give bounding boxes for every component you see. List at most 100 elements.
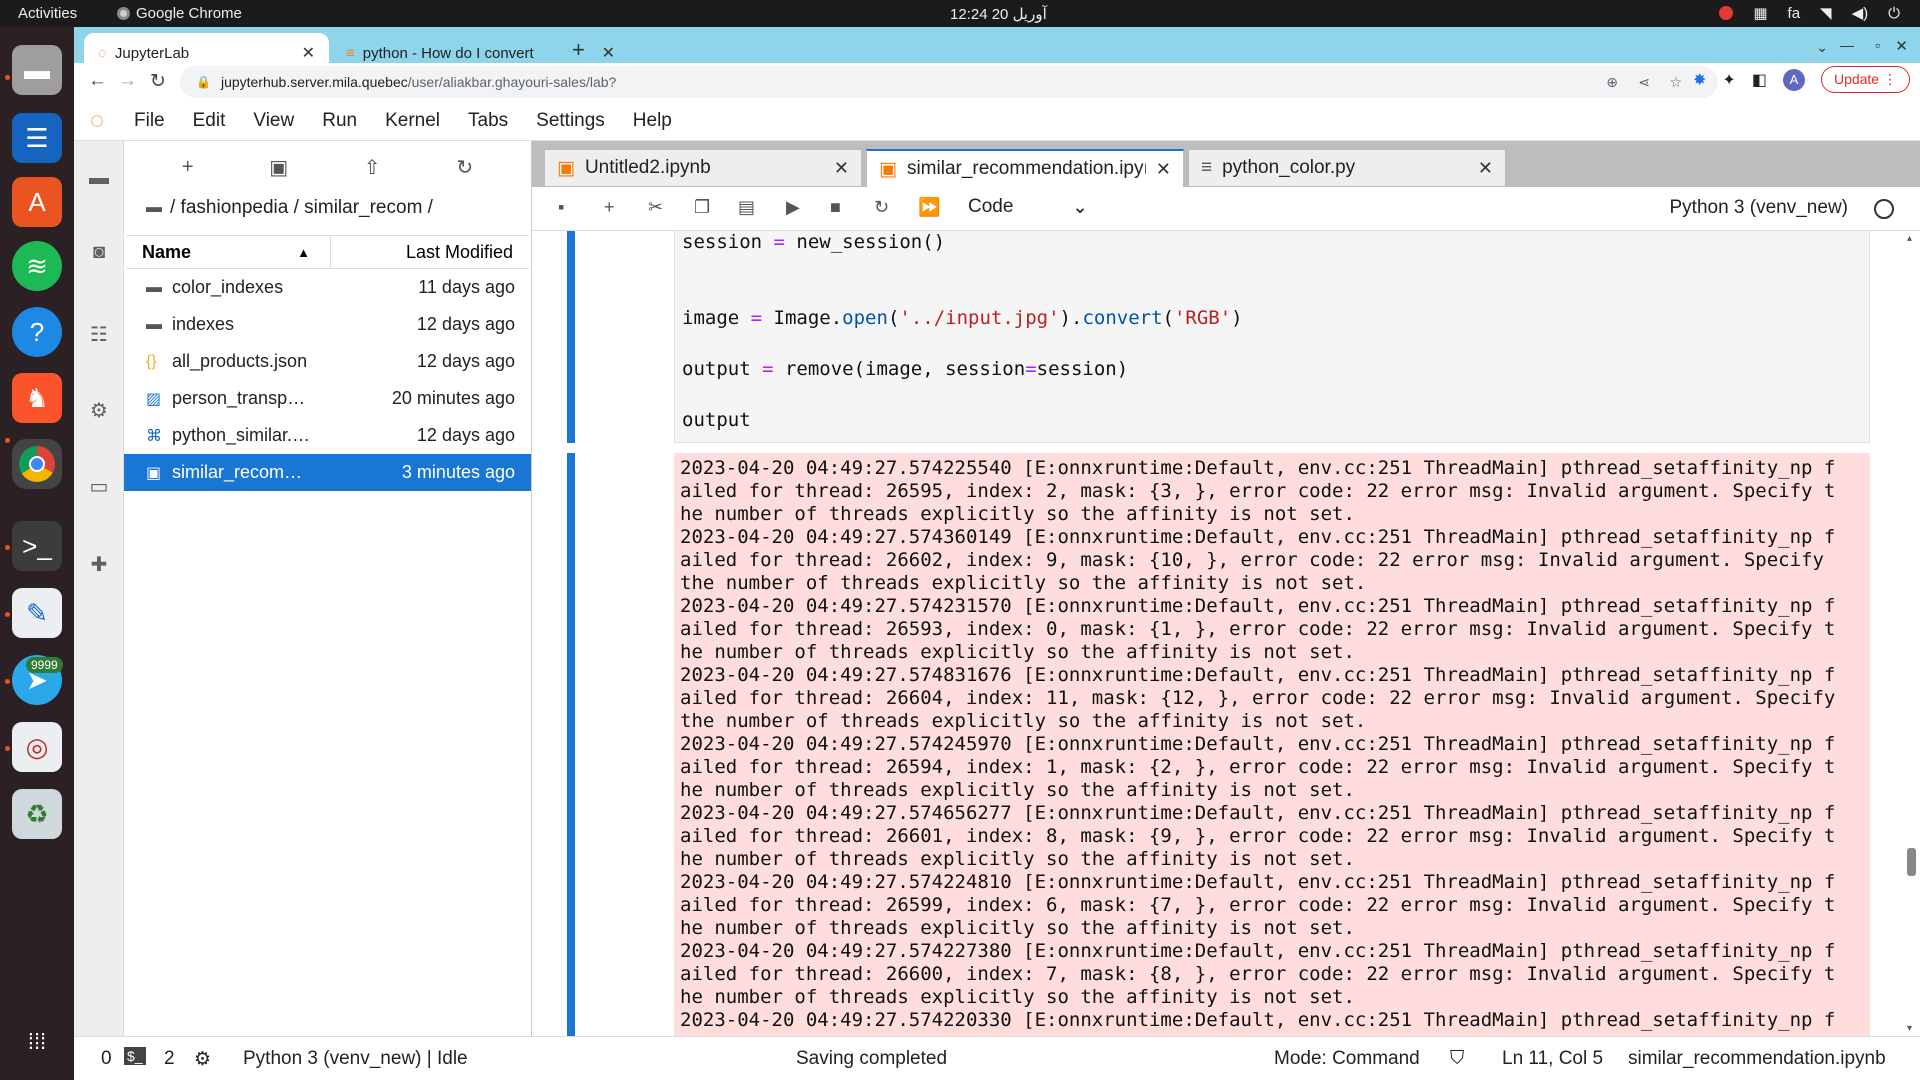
close-icon[interactable]: ✕ <box>602 43 615 63</box>
volume-icon[interactable]: ◀) <box>1852 4 1869 22</box>
shield-icon[interactable]: ⛉ <box>1450 1048 1464 1070</box>
run-icon[interactable]: ▶ <box>786 197 800 218</box>
active-app-menu[interactable]: Google Chrome <box>117 5 242 22</box>
table-of-contents-icon[interactable]: ☷ <box>84 319 114 349</box>
file-row[interactable]: ⌘ python_similar.… 12 days ago <box>124 417 531 454</box>
cut-icon[interactable]: ✂ <box>648 197 663 218</box>
cell-output-stderr[interactable]: 2023-04-20 04:49:27.574225540 [E:onnxrun… <box>674 453 1870 1036</box>
scroll-down-icon[interactable]: ▾ <box>1907 1023 1912 1034</box>
language-indicator[interactable]: fa <box>1788 5 1801 22</box>
kernel-gear-icon[interactable]: ⚙ <box>194 1048 211 1071</box>
menu-kernel[interactable]: Kernel <box>371 110 454 132</box>
software-icon[interactable]: A <box>12 177 62 227</box>
tab-search-icon[interactable]: ⌄ <box>1816 39 1828 56</box>
menu-view[interactable]: View <box>239 110 308 132</box>
zoom-icon[interactable]: ⊕ <box>1606 74 1618 91</box>
breadcrumb-path[interactable]: / fashionpedia / similar_recom / <box>170 197 433 219</box>
activities-button[interactable]: Activities <box>18 5 77 22</box>
upload-icon[interactable]: ⇧ <box>364 155 381 180</box>
terminal-count[interactable]: 0 <box>101 1048 112 1070</box>
menu-settings[interactable]: Settings <box>522 110 619 132</box>
sort-by-name[interactable]: Name ▲ <box>126 236 331 268</box>
menu-tabs[interactable]: Tabs <box>454 110 522 132</box>
terminal-icon[interactable]: $_ <box>124 1047 146 1065</box>
new-launcher-icon[interactable]: + <box>182 156 194 179</box>
close-icon[interactable]: ✕ <box>1156 159 1171 180</box>
stop-icon[interactable]: ■ <box>830 197 841 218</box>
cell-type-dropdown[interactable]: Code ⌄ <box>968 196 1088 219</box>
insert-cell-icon[interactable]: + <box>604 197 615 218</box>
chrome-icon[interactable] <box>12 439 62 489</box>
new-tab-icon[interactable]: + <box>572 37 585 63</box>
file-row[interactable]: ▨ person_transp… 20 minutes ago <box>124 380 531 417</box>
spotify-icon[interactable]: ≋ <box>12 241 62 291</box>
notebook-scrollbar[interactable]: ▴ ▾ <box>1902 231 1920 1036</box>
writer-icon[interactable]: ✎ <box>12 588 62 638</box>
breadcrumb[interactable]: ▬ / fashionpedia / similar_recom / <box>124 193 531 223</box>
cursor-position[interactable]: Ln 11, Col 5 <box>1502 1048 1603 1070</box>
extension-manager-icon[interactable]: ✚ <box>84 549 114 579</box>
window-close-icon[interactable]: ✕ <box>1895 37 1908 55</box>
close-icon[interactable]: ✕ <box>302 43 315 63</box>
new-folder-icon[interactable]: ▣ <box>269 155 288 180</box>
file-row-selected[interactable]: ▣ similar_recom… 3 minutes ago <box>124 454 531 491</box>
run-all-icon[interactable]: ⏩ <box>918 197 940 218</box>
menu-help[interactable]: Help <box>619 110 686 132</box>
back-icon[interactable]: ← <box>88 70 107 92</box>
menu-file[interactable]: File <box>120 110 179 132</box>
restart-icon[interactable]: ↻ <box>874 197 889 218</box>
reader-icon[interactable]: ◎ <box>12 722 62 772</box>
puzzle-icon[interactable]: ✦ <box>1722 70 1735 90</box>
property-inspector-icon[interactable]: ⚙ <box>84 395 114 425</box>
input-collapser[interactable] <box>567 231 575 443</box>
close-icon[interactable]: ✕ <box>834 158 849 179</box>
power-icon[interactable]: ⏻ <box>1888 5 1900 22</box>
mode-indicator[interactable]: Mode: Command <box>1274 1048 1420 1070</box>
tray-record-icon[interactable] <box>1719 6 1734 20</box>
scrollbar-thumb[interactable] <box>1907 848 1916 876</box>
reload-icon[interactable]: ↻ <box>150 70 166 93</box>
kernel-count[interactable]: 2 <box>164 1048 175 1070</box>
scroll-up-icon[interactable]: ▴ <box>1907 233 1912 244</box>
bookmark-star-icon[interactable]: ☆ <box>1669 74 1682 91</box>
close-icon[interactable]: ✕ <box>1478 158 1493 179</box>
minimize-icon[interactable]: — <box>1840 37 1854 53</box>
menu-edit[interactable]: Edit <box>179 110 240 132</box>
save-icon[interactable]: ▪ <box>558 197 564 218</box>
copy-icon[interactable]: ❐ <box>694 197 710 218</box>
tab-untitled2[interactable]: ▣ Untitled2.ipynb ✕ <box>544 149 862 187</box>
text-editor-icon[interactable]: ☰ <box>12 113 62 163</box>
maximize-icon[interactable]: ▫ <box>1875 37 1880 53</box>
kernel-name[interactable]: Python 3 (venv_new) <box>1670 197 1849 219</box>
trash-icon[interactable]: ♻ <box>12 789 62 839</box>
apps-grid-icon[interactable]: ⁞⁞⁞ <box>12 1017 62 1067</box>
tabs-list-icon[interactable]: ▭ <box>84 471 114 501</box>
tab-similar-recommendation[interactable]: ▣ similar_recommendation.ipyı ✕ <box>866 149 1184 187</box>
help-icon[interactable]: ? <box>12 307 62 357</box>
avatar[interactable]: A <box>1782 68 1805 91</box>
update-button[interactable]: Update ⋮ <box>1820 66 1910 93</box>
clock[interactable]: 12:24 20 آوریل <box>950 5 1047 23</box>
share-icon[interactable]: ⋖ <box>1638 74 1650 91</box>
system-tray[interactable]: ▦ fa ◥ ◀) ⏻ <box>1719 4 1900 22</box>
notebook-body[interactable]: session = new_session() image = Image.op… <box>532 231 1920 1036</box>
terminal-icon[interactable]: >_ <box>12 521 62 571</box>
file-browser-icon[interactable]: ▬ <box>84 163 114 193</box>
running-kernels-icon[interactable]: ◙ <box>84 237 114 267</box>
refresh-icon[interactable]: ↻ <box>456 155 473 180</box>
extension-icon[interactable]: ✸ <box>1693 70 1706 90</box>
sort-by-modified[interactable]: Last Modified <box>331 236 529 268</box>
file-row[interactable]: ▬ color_indexes 11 days ago <box>124 269 531 306</box>
code-cell-input[interactable]: session = new_session() image = Image.op… <box>674 231 1870 443</box>
menu-run[interactable]: Run <box>308 110 371 132</box>
tab-python-color[interactable]: ≡ python_color.py ✕ <box>1188 149 1506 187</box>
forward-icon[interactable]: → <box>118 70 137 92</box>
files-icon[interactable]: ▬ <box>12 45 62 95</box>
file-row[interactable]: ▬ indexes 12 days ago <box>124 306 531 343</box>
brave-icon[interactable]: ♞ <box>12 373 62 423</box>
wifi-icon[interactable]: ◥ <box>1820 4 1832 22</box>
paste-icon[interactable]: ▤ <box>738 197 755 218</box>
sidepanel-icon[interactable]: ◧ <box>1752 70 1767 90</box>
output-collapser[interactable] <box>567 453 575 1036</box>
file-row[interactable]: {} all_products.json 12 days ago <box>124 343 531 380</box>
